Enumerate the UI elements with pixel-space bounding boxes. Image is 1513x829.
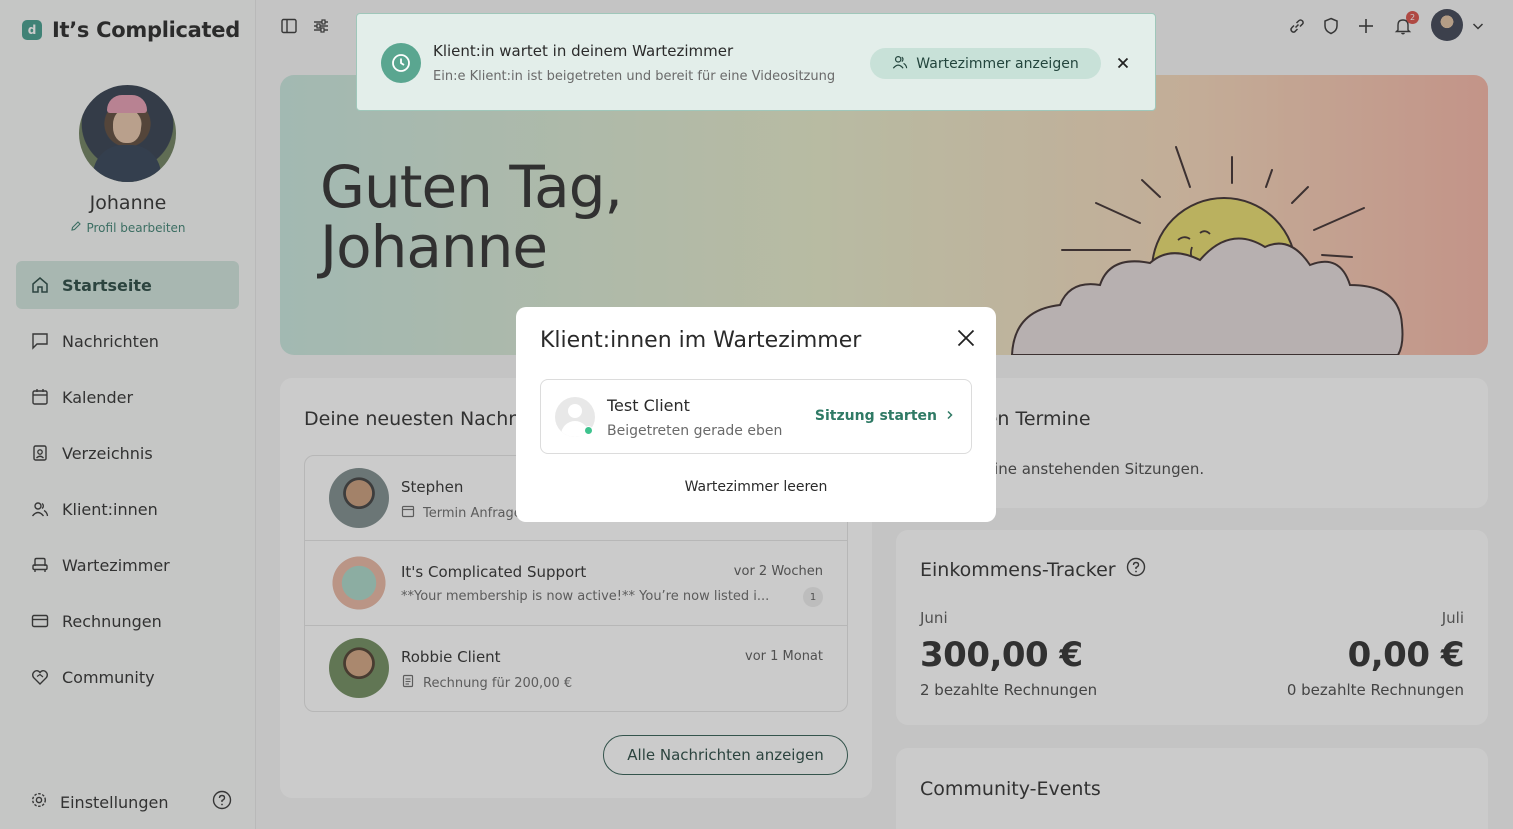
close-icon[interactable] <box>954 326 978 350</box>
client-name: Test Client <box>607 396 690 415</box>
close-icon[interactable] <box>1112 52 1134 74</box>
start-session-button[interactable]: Sitzung starten <box>815 408 955 424</box>
waiting-room-toast: Klient:in wartet in deinem Wartezimmer E… <box>356 13 1156 111</box>
start-session-label: Sitzung starten <box>814 408 937 424</box>
show-waiting-room-button[interactable]: Wartezimmer anzeigen <box>870 48 1101 79</box>
client-status: Beigetreten gerade eben <box>607 423 783 439</box>
toast-title: Klient:in wartet in deinem Wartezimmer <box>433 42 734 60</box>
online-status-dot <box>584 426 593 435</box>
clock-icon <box>381 43 421 83</box>
waiting-client-row[interactable]: Test Client Beigetreten gerade eben Sitz… <box>540 379 972 454</box>
toast-button-label: Wartezimmer anzeigen <box>916 55 1079 72</box>
chevron-right-icon <box>945 408 955 424</box>
users-icon <box>892 54 908 74</box>
toast-subtitle: Ein:e Klient:in ist beigetreten und bere… <box>433 69 836 84</box>
clear-waiting-room-button[interactable]: Wartezimmer leeren <box>516 479 996 495</box>
modal-title: Klient:innen im Wartezimmer <box>540 328 862 353</box>
waiting-room-modal: Klient:innen im Wartezimmer Test Client … <box>516 307 996 522</box>
